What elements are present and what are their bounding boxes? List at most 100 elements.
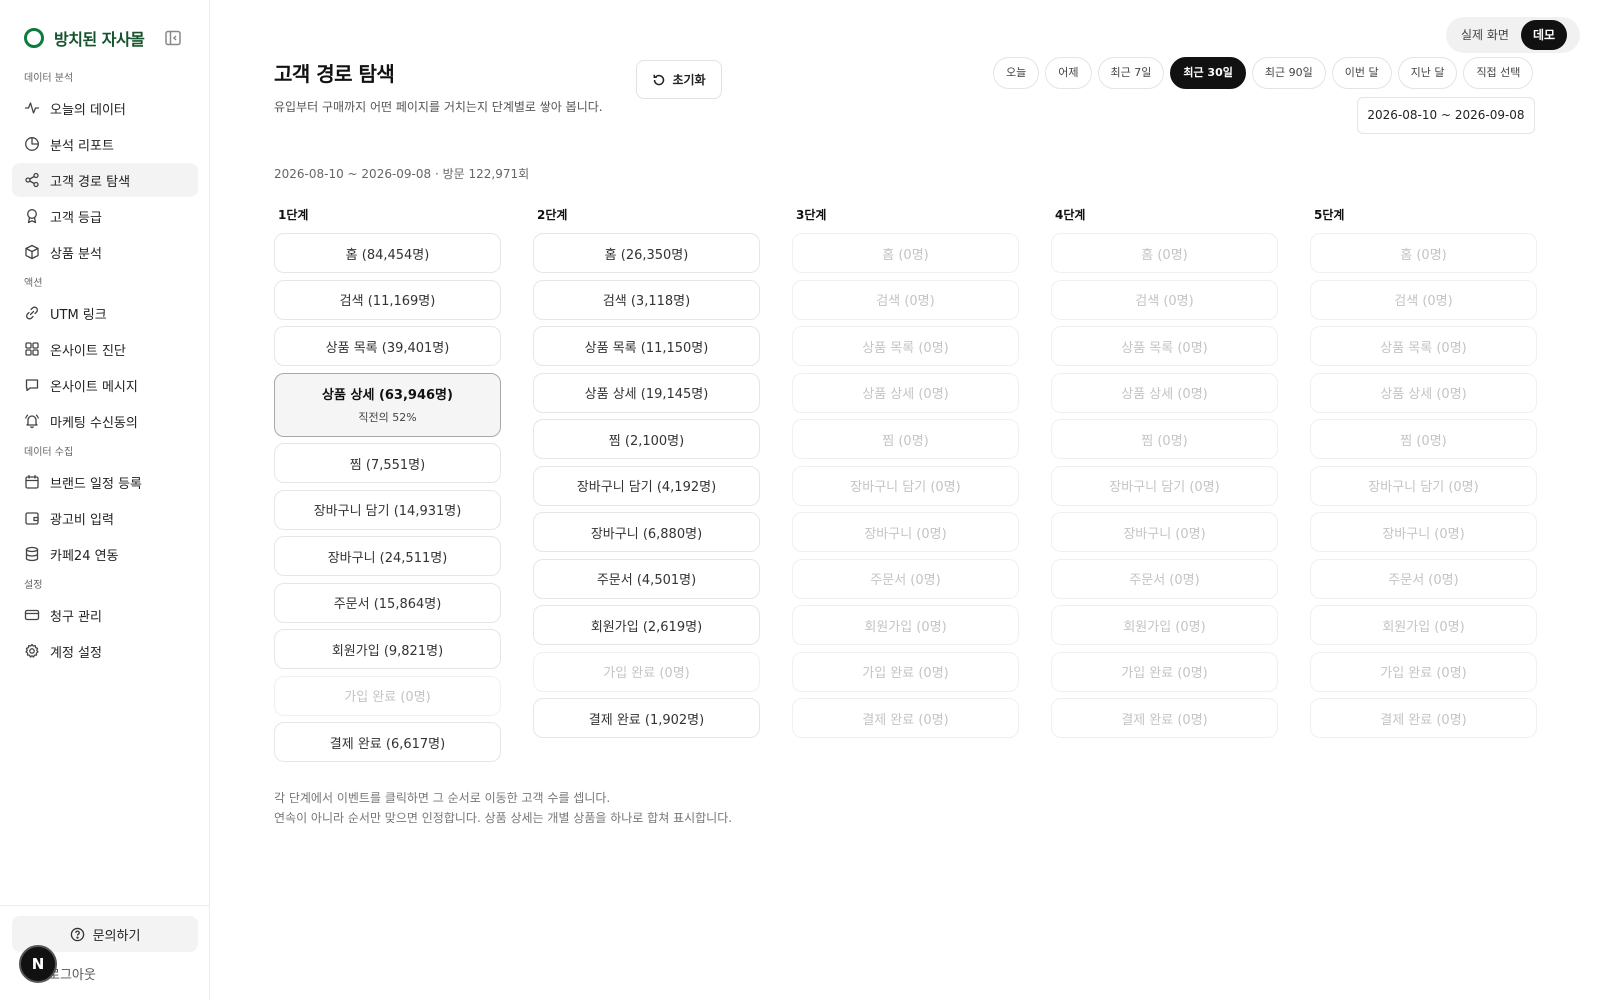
footnote-line: 각 단계에서 이벤트를 클릭하면 그 순서로 이동한 고객 수를 셉니다. xyxy=(274,791,611,805)
journey-event-node[interactable]: 홈 (26,350명) xyxy=(533,233,760,273)
journey-event-node[interactable]: 상품 상세 (0명) xyxy=(792,372,1019,413)
journey-event-node[interactable]: 홈 (0명) xyxy=(1051,233,1278,273)
journey-event-node[interactable]: 주문서 (0명) xyxy=(792,558,1019,599)
journey-event-node[interactable]: 결제 완료 (0명) xyxy=(1051,698,1278,738)
date-range-tab[interactable]: 최근 7일 xyxy=(1097,57,1165,89)
journey-event-node[interactable]: 찜 (0명) xyxy=(1051,419,1278,459)
journey-event-node[interactable]: 상품 목록 (11,150명) xyxy=(533,326,760,366)
sidebar-item-today-data[interactable]: 오늘의 데이터 xyxy=(12,91,198,125)
date-range-tab[interactable]: 최근 30일 xyxy=(1170,57,1246,89)
journey-event-node[interactable]: 홈 (84,454명) xyxy=(274,233,501,273)
journey-event-node[interactable]: 결제 완료 (0명) xyxy=(1310,698,1537,738)
journey-event-node[interactable]: 결제 완료 (1,902명) xyxy=(533,698,760,738)
wallet-icon xyxy=(25,512,39,525)
sidebar-item-brand-schedule[interactable]: 브랜드 일정 등록 xyxy=(12,465,198,499)
sidebar-item-marketing-consent[interactable]: 마케팅 수신동의 xyxy=(12,404,198,438)
journey-event-node[interactable]: 상품 목록 (0명) xyxy=(792,326,1019,366)
journey-event-node[interactable]: 결제 완료 (0명) xyxy=(792,698,1019,738)
event-label: 장바구니 (6,880명) xyxy=(590,526,703,542)
date-range-tab[interactable]: 오늘 xyxy=(993,57,1040,89)
sidebar-nav: 데이터 분석 오늘의 데이터 분석 리포트 고객 경로 탐색 고객 등급 상품 분석 액션 U… xyxy=(12,66,198,670)
journey-event-node[interactable]: 장바구니 (0명) xyxy=(1051,512,1278,552)
journey-event-node[interactable]: 회원가입 (0명) xyxy=(1310,605,1537,645)
sidebar-item-utm-link[interactable]: UTM 링크 xyxy=(12,296,198,330)
journey-event-node[interactable]: 홈 (0명) xyxy=(1310,233,1537,273)
journey-event-node[interactable]: 회원가입 (0명) xyxy=(792,605,1019,645)
view-demo-option[interactable]: 데모 xyxy=(1520,20,1568,50)
app-badge[interactable]: N xyxy=(19,945,57,983)
date-range-tab[interactable]: 지난 달 xyxy=(1397,57,1458,89)
journey-event-node[interactable]: 회원가입 (2,619명) xyxy=(533,605,760,645)
sidebar-item-product-analysis[interactable]: 상품 분석 xyxy=(12,235,198,269)
journey-event-node[interactable]: 검색 (11,169명) xyxy=(274,279,501,320)
date-range-tab[interactable]: 이번 달 xyxy=(1331,57,1392,89)
sidebar-item-label: 오늘의 데이터 xyxy=(50,102,126,118)
sidebar-item-label: 고객 경로 탐색 xyxy=(50,174,131,190)
event-label: 장바구니 담기 (0명) xyxy=(850,480,961,495)
date-range-tab[interactable]: 어제 xyxy=(1045,57,1092,89)
sidebar-item-cafe24[interactable]: 카페24 연동 xyxy=(12,537,198,571)
journey-event-node[interactable]: 검색 (0명) xyxy=(1310,279,1537,320)
journey-event-node[interactable]: 상품 상세 (0명) xyxy=(1310,372,1537,413)
journey-event-node[interactable]: 장바구니 담기 (0명) xyxy=(1310,465,1537,506)
journey-event-node[interactable]: 가입 완료 (0명) xyxy=(533,651,760,692)
journey-event-node[interactable]: 상품 상세 (19,145명) xyxy=(533,372,760,413)
journey-event-node[interactable]: 찜 (2,100명) xyxy=(533,419,760,459)
event-label: 장바구니 (0명) xyxy=(1123,526,1206,542)
journey-event-node[interactable]: 장바구니 (0명) xyxy=(792,512,1019,552)
journey-event-node[interactable]: 장바구니 담기 (14,931명) xyxy=(274,489,501,530)
journey-event-node[interactable]: 상품 상세 (0명) xyxy=(1051,372,1278,413)
journey-event-node[interactable]: 찜 (7,551명) xyxy=(274,443,501,483)
journey-event-node[interactable]: 장바구니 담기 (0명) xyxy=(792,465,1019,506)
journey-event-node[interactable]: 찜 (0명) xyxy=(792,419,1019,459)
journey-event-node[interactable]: 찜 (0명) xyxy=(1310,419,1537,459)
journey-event-node[interactable]: 가입 완료 (0명) xyxy=(792,651,1019,692)
journey-event-node[interactable]: 장바구니 (0명) xyxy=(1310,512,1537,552)
step-title: 1단계 xyxy=(278,208,309,222)
journey-event-node[interactable]: 홈 (0명) xyxy=(792,233,1019,273)
gear-icon xyxy=(25,643,39,658)
journey-event-node[interactable]: 주문서 (0명) xyxy=(1051,558,1278,599)
journey-event-node[interactable]: 상품 상세 (63,946명) 직전의 52% xyxy=(274,372,501,437)
journey-event-node[interactable]: 장바구니 담기 (0명) xyxy=(1051,465,1278,506)
view-real-option[interactable]: 실제 화면 xyxy=(1449,20,1521,50)
sidebar-item-billing[interactable]: 청구 관리 xyxy=(12,598,198,632)
sidebar-item-label: 청구 관리 xyxy=(50,609,102,625)
journey-event-node[interactable]: 장바구니 (6,880명) xyxy=(533,512,760,552)
journey-event-node[interactable]: 회원가입 (9,821명) xyxy=(274,629,501,669)
sidebar-item-account-settings[interactable]: 계정 설정 xyxy=(12,634,198,668)
sidebar-item-onsite-message[interactable]: 온사이트 메시지 xyxy=(12,368,198,402)
step-title: 4단계 xyxy=(1055,208,1086,222)
journey-event-node[interactable]: 주문서 (0명) xyxy=(1310,558,1537,599)
journey-event-node[interactable]: 검색 (0명) xyxy=(792,279,1019,320)
sidebar-item-customer-journey[interactable]: 고객 경로 탐색 xyxy=(12,163,198,197)
event-label: 찜 (7,551명) xyxy=(349,457,426,473)
journey-event-node[interactable]: 검색 (0명) xyxy=(1051,279,1278,320)
sidebar-item-customer-grade[interactable]: 고객 등급 xyxy=(12,199,198,233)
date-range-display[interactable]: 2026-08-10 ~ 2026-09-08 xyxy=(1357,97,1535,134)
journey-event-node[interactable]: 회원가입 (0명) xyxy=(1051,605,1278,645)
sidebar-item-report[interactable]: 분석 리포트 xyxy=(12,127,198,161)
sidebar-item-ad-cost[interactable]: 광고비 입력 xyxy=(12,501,198,535)
brand[interactable]: 방치된 자사몰 xyxy=(24,26,145,50)
sidebar-collapse-icon[interactable] xyxy=(164,29,182,47)
sidebar: 방치된 자사몰 데이터 분석 오늘의 데이터 분석 리포트 고객 경로 탐색 고객 등급… xyxy=(0,0,210,1000)
journey-event-node[interactable]: 가입 완료 (0명) xyxy=(1051,651,1278,692)
date-range-tab[interactable]: 직접 선택 xyxy=(1463,57,1534,89)
reset-button[interactable]: 초기화 xyxy=(636,60,722,99)
date-range-tab[interactable]: 최근 90일 xyxy=(1251,57,1326,89)
journey-event-node[interactable]: 검색 (3,118명) xyxy=(533,279,760,320)
event-label: 주문서 (15,864명) xyxy=(333,597,442,612)
journey-event-node[interactable]: 가입 완료 (0명) xyxy=(274,675,501,716)
journey-event-node[interactable]: 상품 목록 (39,401명) xyxy=(274,326,501,366)
journey-event-node[interactable]: 상품 목록 (0명) xyxy=(1051,326,1278,366)
journey-event-node[interactable]: 결제 완료 (6,617명) xyxy=(274,722,501,762)
sidebar-item-onsite-diagnosis[interactable]: 온사이트 진단 xyxy=(12,332,198,366)
journey-event-node[interactable]: 장바구니 (24,511명) xyxy=(274,536,501,576)
journey-event-node[interactable]: 장바구니 담기 (4,192명) xyxy=(533,465,760,506)
journey-event-node[interactable]: 주문서 (4,501명) xyxy=(533,558,760,599)
event-label: 장바구니 담기 (4,192명) xyxy=(576,480,717,495)
journey-event-node[interactable]: 상품 목록 (0명) xyxy=(1310,326,1537,366)
journey-event-node[interactable]: 가입 완료 (0명) xyxy=(1310,651,1537,692)
journey-event-node[interactable]: 주문서 (15,864명) xyxy=(274,582,501,623)
